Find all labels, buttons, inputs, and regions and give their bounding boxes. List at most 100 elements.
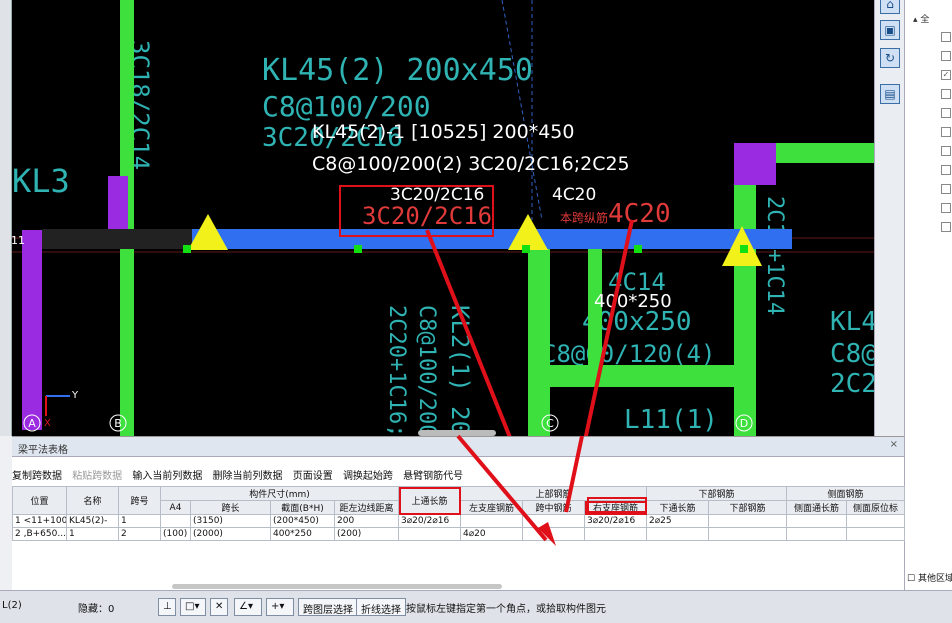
tree-checkbox[interactable]: ✓ (941, 70, 951, 80)
grip-1[interactable] (183, 245, 191, 253)
tree-checkbox[interactable] (941, 89, 951, 99)
cell-left-support[interactable] (460, 514, 523, 528)
tree-checkbox[interactable] (941, 146, 951, 156)
col-header-top-through[interactable]: 上通长筋 (398, 486, 461, 515)
col-header-span-length[interactable]: 跨长 (190, 500, 271, 515)
delete-column-data-button[interactable]: 删除当前列数据 (213, 471, 283, 482)
cell-top-through[interactable]: 3⌀20/2⌀16 (398, 514, 461, 528)
swap-start-span-button[interactable]: 调换起始跨 (343, 471, 393, 482)
col-header-right-support[interactable]: 右支座钢筋 (584, 500, 647, 515)
rotate-icon[interactable]: ↻ (880, 48, 900, 68)
tree-checkbox[interactable] (941, 51, 951, 61)
cell-left-support[interactable]: 4⌀20 (460, 527, 523, 541)
input-column-data-button[interactable]: 输入当前列数据 (132, 471, 202, 482)
cross-select-icon[interactable]: ✕ (210, 598, 228, 616)
tree-checkbox[interactable] (941, 32, 951, 42)
dimension-tool-icon[interactable]: +▾ (266, 598, 294, 616)
cell-top-through[interactable] (398, 527, 461, 541)
col-header-bottom-through[interactable]: 下通长筋 (646, 500, 709, 515)
beam-l11 (532, 365, 754, 387)
cell-a4[interactable]: (100) (160, 527, 191, 541)
polyline-select-button[interactable]: 折线选择 (356, 598, 406, 616)
col-header-side-through[interactable]: 侧面通长筋 (786, 500, 848, 515)
paste-span-data-button[interactable]: 粘贴跨数据 (72, 471, 122, 482)
row-index: 2 (15, 529, 21, 539)
row-index: 1 (15, 516, 21, 526)
ucs-icon: Y X (44, 390, 79, 429)
col-header-span[interactable]: 跨号 (118, 486, 161, 515)
grip-5[interactable] (740, 245, 748, 253)
grip-2[interactable] (354, 245, 362, 253)
tree-checkbox[interactable] (941, 203, 951, 213)
cell-bottom[interactable] (707, 527, 788, 541)
page-setup-button[interactable]: 页面设置 (293, 471, 333, 482)
cell-name[interactable]: 1 (66, 527, 119, 541)
ortho-toggle-icon[interactable]: ⊥ (158, 598, 176, 616)
cell-mid-span[interactable] (522, 527, 585, 541)
cell-right-support[interactable] (584, 527, 647, 541)
angle-tool-icon[interactable]: ∠▾ (234, 598, 262, 616)
col-header-mid-span[interactable]: 跨中钢筋 (522, 500, 585, 515)
cell-bottom[interactable] (707, 514, 788, 528)
cell-name[interactable]: KL45(2)- (66, 514, 119, 528)
cell-side-original[interactable] (846, 527, 906, 541)
cell-bottom-through[interactable]: 2⌀25 (646, 514, 709, 528)
cantilever-code-button[interactable]: 悬臂钢筋代号 (403, 471, 463, 482)
cell-side-through[interactable] (786, 514, 848, 528)
axis-d-label: D (740, 417, 748, 430)
cell-side-original[interactable] (846, 514, 906, 528)
panel-title: 梁平法表格 (12, 437, 904, 457)
cell-a4[interactable] (160, 514, 191, 528)
cell-section[interactable]: (200*450) (270, 514, 335, 528)
grip-4[interactable] (634, 245, 642, 253)
cell-position[interactable]: 2 ,B+650... (12, 527, 67, 541)
tree-checkbox[interactable] (941, 184, 951, 194)
home-view-icon[interactable]: ⌂ (880, 0, 900, 14)
grip-3[interactable] (522, 245, 530, 253)
cell-section[interactable]: 400*250 (270, 527, 335, 541)
panel-close-icon[interactable]: × (890, 439, 898, 450)
layer-panel-icon[interactable]: ▤ (880, 84, 900, 104)
panel-toolbar: 复制跨数据 粘贴跨数据 输入当前列数据 删除当前列数据 页面设置 调换起始跨 悬… (12, 467, 470, 483)
col-header-bottom[interactable]: 下部钢筋 (707, 500, 788, 515)
tree-checkbox[interactable] (941, 127, 951, 137)
ucs-y-label: Y (71, 390, 79, 401)
table-row[interactable]: 2 ,B+650... 1 2 (100) (2000) 400*250 (20… (12, 527, 906, 541)
cell-right-support[interactable]: 3⌀20/2⌀16 (584, 514, 647, 528)
other-area-checkbox[interactable]: ☐ 其他区域 (907, 571, 952, 584)
col-header-name[interactable]: 名称 (66, 486, 119, 515)
tree-root[interactable]: ▴ 全 (913, 12, 929, 25)
cube-view-icon[interactable]: ▣ (880, 20, 900, 40)
cell-position[interactable]: 1 <11+100 (12, 514, 67, 528)
cell-bottom-through[interactable] (646, 527, 709, 541)
cell-span[interactable]: 2 (118, 527, 161, 541)
cell-mid-span[interactable] (522, 514, 585, 528)
cad-text-c8b: C8@100/200 (414, 305, 439, 436)
copy-span-data-button[interactable]: 复制跨数据 (12, 471, 62, 482)
snap-mode-icon[interactable]: □▾ (180, 598, 206, 616)
cad-text-kl3: KL3 (12, 162, 70, 200)
axis-c-label: C (546, 417, 554, 430)
beam-data-table[interactable]: 位置 名称 跨号 构件尺寸(mm) 上通长筋 上部钢筋 下部钢筋 侧面钢筋 A4… (12, 486, 906, 541)
cad-viewport[interactable]: KL45(2) 200x450 C8@100/200 3C20/2C16 KL3… (12, 0, 874, 436)
cad-text-c8-60: C8@60/120(4) (542, 340, 715, 368)
col-header-left-support[interactable]: 左支座钢筋 (460, 500, 523, 515)
col-header-section[interactable]: 截面(B*H) (270, 500, 335, 515)
cell-offset[interactable]: 200 (334, 514, 399, 528)
cell-span[interactable]: 1 (118, 514, 161, 528)
tree-checkbox[interactable] (941, 222, 951, 232)
cell-span-length[interactable]: (3150) (190, 514, 271, 528)
col-header-a4[interactable]: A4 (160, 500, 191, 515)
table-horizontal-scrollbar[interactable] (172, 584, 502, 589)
cad-drawing[interactable]: KL45(2) 200x450 C8@100/200 3C20/2C16 KL3… (12, 0, 874, 436)
col-header-side-original[interactable]: 侧面原位标 (846, 500, 906, 515)
cell-side-through[interactable] (786, 527, 848, 541)
tree-checkbox[interactable] (941, 165, 951, 175)
cell-span-length[interactable]: (2000) (190, 527, 271, 541)
span-layer-select-button[interactable]: 跨图层选择 (298, 598, 358, 616)
table-row[interactable]: 1 <11+100 KL45(2)- 1 (3150) (200*450) 20… (12, 514, 906, 528)
cell-offset[interactable]: (200) (334, 527, 399, 541)
col-header-offset[interactable]: 距左边线距离 (334, 500, 399, 515)
tree-checkbox[interactable] (941, 108, 951, 118)
col-header-position[interactable]: 位置 (12, 486, 67, 515)
